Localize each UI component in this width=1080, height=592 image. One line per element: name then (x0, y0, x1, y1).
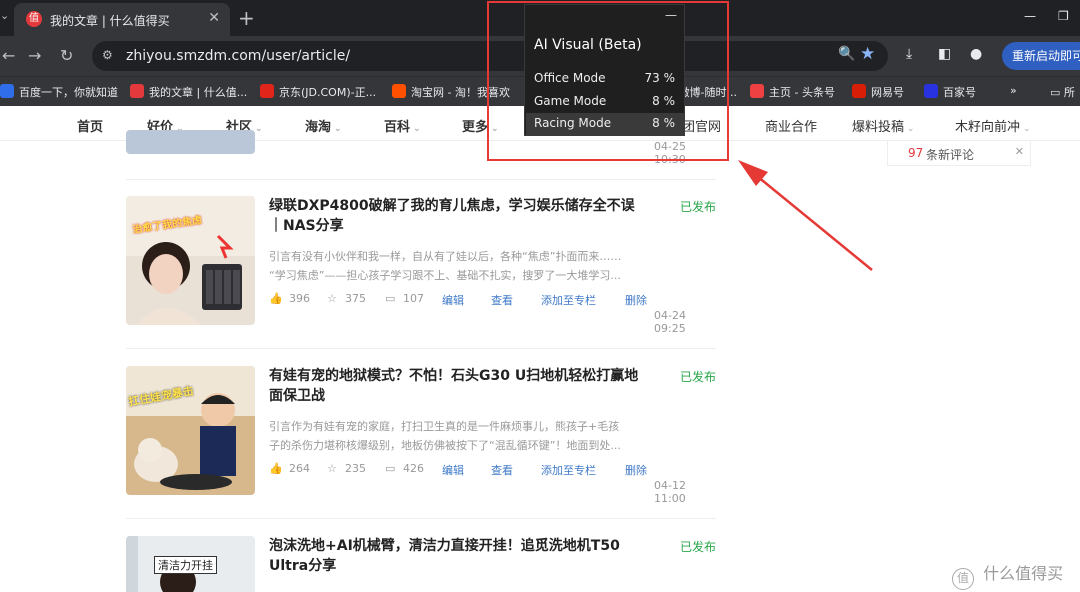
watermark-text: 什么值得买 (983, 564, 1064, 583)
annotation-arrow (738, 160, 873, 271)
watermark: 值 什么值得买 (952, 560, 1063, 590)
watermark-logo: 值 (952, 568, 974, 590)
